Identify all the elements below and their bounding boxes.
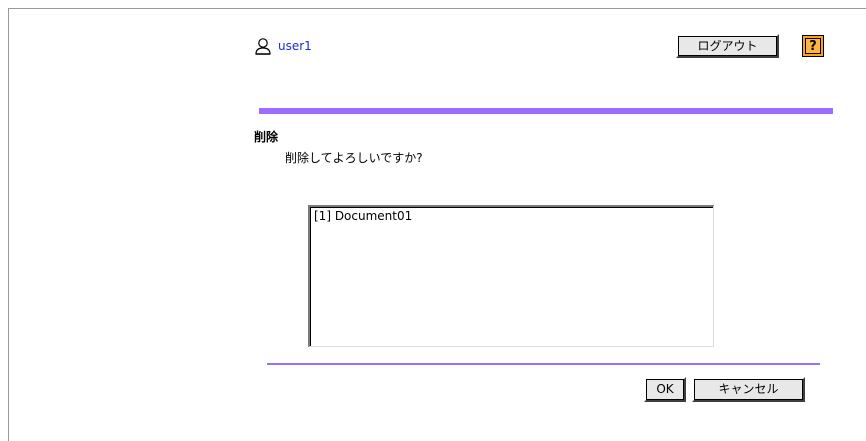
document-list-border — [310, 207, 713, 346]
cancel-button[interactable]: キャンセル — [692, 377, 805, 402]
user-icon — [255, 38, 271, 55]
user-info: user1 — [254, 37, 312, 55]
user-name-link[interactable]: user1 — [278, 37, 312, 55]
confirm-message: 削除してよろしいですか? — [285, 151, 423, 165]
header-divider — [259, 108, 833, 114]
list-item[interactable]: [1] Document01 — [314, 209, 709, 223]
help-button[interactable]: ? — [802, 35, 824, 57]
document-list[interactable]: [1] Document01 — [308, 205, 714, 347]
logout-button[interactable]: ログアウト — [676, 34, 779, 58]
section-title: 削除 — [254, 130, 279, 144]
help-icon: ? — [809, 38, 817, 54]
footer-divider — [267, 363, 820, 365]
ok-button[interactable]: OK — [644, 377, 686, 402]
